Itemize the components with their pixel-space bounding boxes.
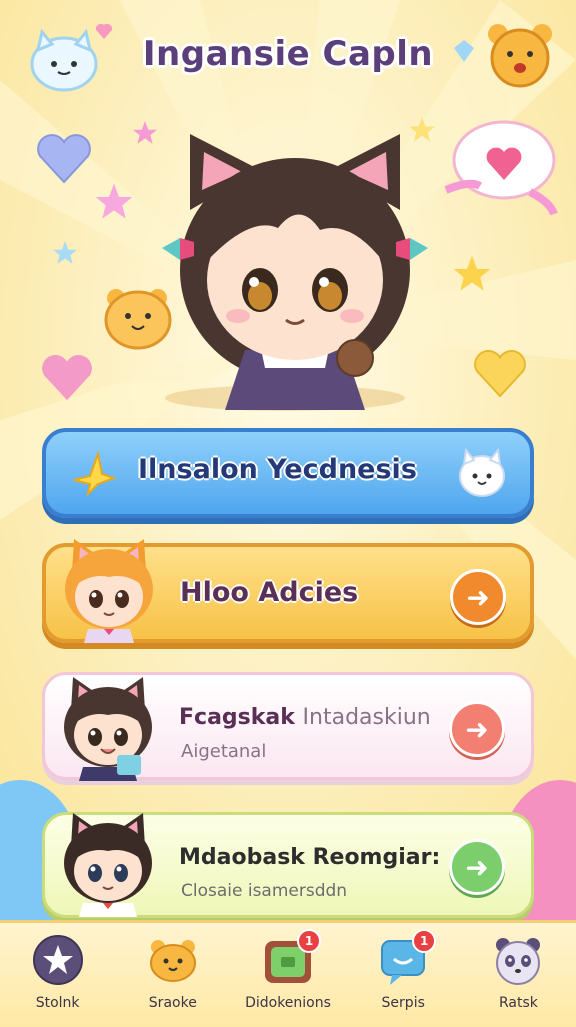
dark-cat-girl-avatar — [64, 813, 152, 917]
arrow-right-button[interactable]: ➜ — [450, 569, 506, 625]
arrow-right-button[interactable]: ➜ — [449, 701, 505, 757]
menu-button-quaternary[interactable]: Mdaobask Reomgiar: Closaie isamersddn ➜ — [42, 812, 534, 918]
menu-button-label: Ilnsalon Yecdnesis — [138, 454, 417, 485]
brown-cat-girl-avatar — [64, 677, 152, 781]
menu-button-label: Mdaobask Reomgiar: — [179, 845, 441, 870]
nav-item-didokenions[interactable]: 1 Didokenions — [230, 923, 345, 1027]
bear-icon — [149, 940, 196, 982]
heart-icon — [42, 354, 92, 401]
nav-item-ratsk[interactable]: Ratsk — [461, 923, 576, 1027]
orange-cat-girl-avatar — [65, 539, 153, 643]
nav-item-serpis[interactable]: 1 Serpis — [346, 923, 461, 1027]
nav-label: Serpis — [381, 995, 425, 1011]
app-title: Ingansie Capln — [142, 34, 434, 74]
menu-button-subtitle: Aigetanal — [181, 741, 267, 762]
menu-button-secondary[interactable]: Hloo Adcies ➜ — [42, 539, 534, 643]
notification-badge: 1 — [412, 929, 437, 953]
menu-button-label: Fcagskak Intadaskiun — [179, 705, 431, 730]
nav-label: Sraoke — [148, 995, 197, 1011]
star-icon — [453, 255, 491, 291]
menu-button-label-rest: Intadaskiun — [302, 705, 431, 730]
heart-icon — [37, 134, 91, 184]
nav-item-stolnk[interactable]: Stolnk — [0, 923, 115, 1027]
chat-icon-wrap: 1 — [376, 929, 437, 987]
star-icon — [95, 183, 133, 219]
menu-button-label-main: Fcagskak — [179, 705, 295, 730]
star-icon — [32, 935, 83, 985]
menu-button-label: Hloo Adcies — [180, 577, 359, 608]
star-icon — [53, 241, 77, 264]
notification-badge: 1 — [297, 929, 321, 953]
menu-button-primary[interactable]: Ilnsalon Yecdnesis — [42, 428, 534, 518]
nav-label: Ratsk — [498, 995, 538, 1011]
panda-icon — [496, 938, 541, 985]
nav-item-sraoke[interactable]: Sraoke — [115, 923, 230, 1027]
nav-label: Stolnk — [35, 995, 80, 1011]
heart-bubble-icon — [444, 120, 558, 216]
heart-icon — [474, 350, 526, 398]
bottom-nav: Stolnk Sraoke 1 Didokenions 1 Serpis Rat… — [0, 920, 576, 1027]
ghost-cat-icon — [459, 447, 505, 497]
arrow-right-button[interactable]: ➜ — [449, 839, 505, 895]
menu-button-subtitle: Closaie isamersddn — [181, 881, 348, 901]
chest-icon-wrap: 1 — [261, 929, 321, 987]
hero-character — [162, 134, 428, 410]
menu-button-tertiary[interactable]: Fcagskak Intadaskiun Aigetanal ➜ — [42, 672, 534, 781]
sparkle-icon — [73, 450, 117, 496]
nav-label: Didokenions — [245, 995, 331, 1011]
